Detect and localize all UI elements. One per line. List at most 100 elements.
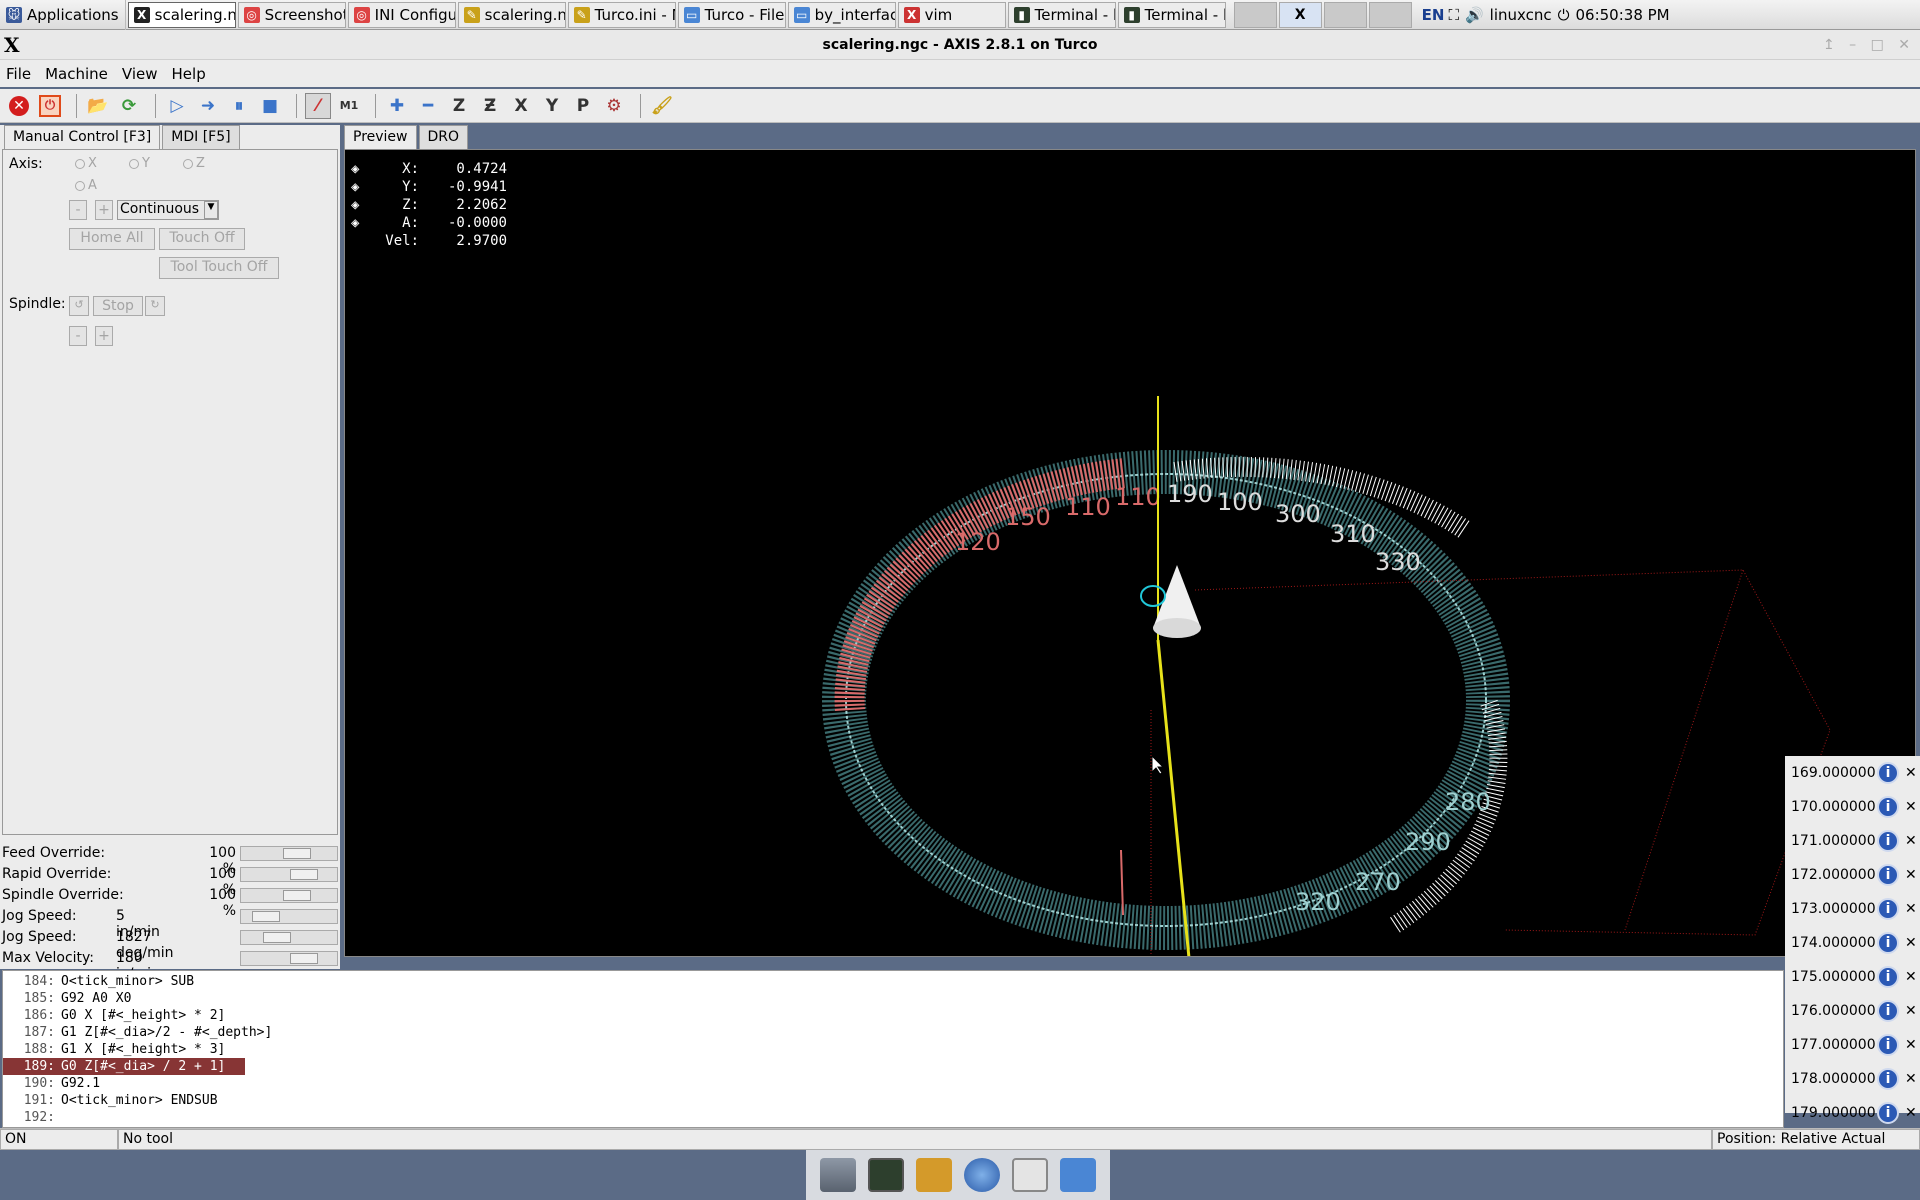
override-slider[interactable] (240, 867, 338, 882)
view-z-icon[interactable]: Z (446, 93, 472, 119)
slider-thumb[interactable] (290, 953, 318, 964)
taskbar-task[interactable]: Xvim (897, 1, 1006, 28)
close-icon[interactable]: ✕ (1905, 799, 1917, 815)
close-icon[interactable]: ✕ (1905, 765, 1917, 781)
workspace-4[interactable] (1368, 1, 1412, 28)
app-finder-icon[interactable] (1012, 1158, 1048, 1192)
close-icon[interactable]: ✕ (1905, 1105, 1917, 1121)
taskbar-task[interactable]: ◎Screenshot_2... (237, 1, 346, 28)
menu-machine[interactable]: Machine (45, 65, 108, 83)
notification[interactable]: 169.000000 i ✕ (1785, 756, 1920, 790)
tab-dro[interactable]: DRO (418, 125, 469, 149)
tool-touch-off-button[interactable]: Tool Touch Off (159, 257, 279, 279)
axis-z-radio[interactable]: Z (183, 156, 205, 171)
rotate-view-icon[interactable]: ⚙ (601, 93, 627, 119)
file-manager-icon[interactable] (916, 1158, 952, 1192)
menu-view[interactable]: View (122, 65, 158, 83)
spindle-faster-button[interactable]: + (95, 326, 113, 346)
jog-minus-button[interactable]: - (69, 200, 87, 220)
spindle-ccw-icon[interactable]: ↺ (69, 296, 89, 316)
code-line[interactable]: 186: G0 X [#<_height> * 2] (3, 1007, 1783, 1024)
close-icon[interactable]: ✕ (1905, 867, 1917, 883)
taskbar-task[interactable]: ✎Turco.ini - Mo... (567, 1, 676, 28)
block-delete-icon[interactable]: ⁄ (305, 92, 331, 119)
workspace-current[interactable]: X (1278, 1, 1322, 28)
web-browser-icon[interactable] (964, 1158, 1000, 1192)
notification[interactable]: 171.000000 i ✕ (1785, 824, 1920, 858)
view-z2-icon[interactable]: Ƶ (477, 93, 503, 119)
close-icon[interactable]: ✕ (1905, 1037, 1917, 1053)
terminal-icon[interactable] (868, 1158, 904, 1192)
slider-thumb[interactable] (290, 869, 318, 880)
folder-icon[interactable] (1060, 1158, 1096, 1192)
code-line[interactable]: 188: G1 X [#<_height> * 3] (3, 1041, 1783, 1058)
notification[interactable]: 175.000000 i ✕ (1785, 960, 1920, 994)
clear-plot-icon[interactable]: 🖌 (649, 93, 675, 119)
override-slider[interactable] (240, 846, 338, 861)
clock[interactable]: 06:50:38 PM (1576, 6, 1670, 24)
zoom-in-icon[interactable]: ✚ (384, 93, 410, 119)
override-slider[interactable] (240, 888, 338, 903)
notification[interactable]: 173.000000 i ✕ (1785, 892, 1920, 926)
axis-x-radio[interactable]: X (75, 156, 97, 171)
minimize-icon[interactable]: – (1849, 37, 1856, 53)
slider-thumb[interactable] (252, 911, 280, 922)
code-line[interactable]: 187: G1 Z[#<_dia>/2 - #<_depth>] (3, 1024, 1783, 1041)
notification[interactable]: 177.000000 i ✕ (1785, 1028, 1920, 1062)
optional-stop-icon[interactable]: M1 (336, 93, 362, 119)
close-icon[interactable]: ✕ (1905, 969, 1917, 985)
override-slider[interactable] (240, 930, 338, 945)
notification[interactable]: 170.000000 i ✕ (1785, 790, 1920, 824)
current-line[interactable]: 189: G0 Z[#<_dia> / 2 + 1] (3, 1058, 245, 1075)
run-icon[interactable]: ▷ (164, 93, 190, 119)
pause-icon[interactable]: ⏸ (226, 93, 252, 119)
taskbar-task[interactable]: ▭Turco - File M... (677, 1, 786, 28)
axis-a-radio[interactable]: A (75, 178, 97, 193)
spindle-cw-icon[interactable]: ↻ (145, 296, 165, 316)
code-line[interactable]: 190: G92.1 (3, 1075, 1783, 1092)
touch-off-button[interactable]: Touch Off (159, 228, 245, 250)
taskbar-task[interactable]: ▭by_interface.p... (787, 1, 896, 28)
view-y-icon[interactable]: Y (539, 93, 565, 119)
home-all-button[interactable]: Home All (69, 228, 155, 250)
applications-menu[interactable]: 🐭 Applications (0, 0, 126, 30)
slider-thumb[interactable] (263, 932, 291, 943)
notification[interactable]: 178.000000 i ✕ (1785, 1062, 1920, 1096)
notification[interactable]: 179.000000 i ✕ (1785, 1096, 1920, 1130)
notification[interactable]: 172.000000 i ✕ (1785, 858, 1920, 892)
volume-icon[interactable]: 🔊 (1465, 6, 1484, 24)
zoom-out-icon[interactable]: ━ (415, 93, 441, 119)
taskbar-task[interactable]: ✎scalering.ngc ... (457, 1, 566, 28)
slider-thumb[interactable] (283, 848, 311, 859)
user-name[interactable]: linuxcnc (1490, 6, 1552, 24)
close-icon[interactable]: ✕ (1898, 37, 1910, 53)
reload-icon[interactable]: ⟳ (116, 93, 142, 119)
menu-file[interactable]: File (6, 65, 31, 83)
axis-y-radio[interactable]: Y (129, 156, 150, 171)
view-p-icon[interactable]: P (570, 93, 596, 119)
notification[interactable]: 176.000000 i ✕ (1785, 994, 1920, 1028)
tab-mdi[interactable]: MDI [F5] (162, 125, 240, 149)
machine-power-icon[interactable]: ⏻ (37, 93, 63, 119)
maximize-icon[interactable]: □ (1871, 37, 1884, 53)
taskbar-task[interactable]: ▮Terminal - linu... (1007, 1, 1116, 28)
close-icon[interactable]: ✕ (1905, 901, 1917, 917)
menu-help[interactable]: Help (172, 65, 206, 83)
tab-preview[interactable]: Preview (344, 125, 417, 149)
network-icon[interactable]: ⛶ (1448, 6, 1459, 24)
close-icon[interactable]: ✕ (1905, 1003, 1917, 1019)
step-icon[interactable]: ➜ (195, 93, 221, 119)
code-line[interactable]: 192: (3, 1109, 1783, 1126)
slider-thumb[interactable] (283, 890, 311, 901)
taskbar-task[interactable]: ◎INI Configurati... (347, 1, 456, 28)
code-line[interactable]: 191: O<tick_minor> ENDSUB (3, 1092, 1783, 1109)
code-line[interactable]: 184: O<tick_minor> SUB (3, 973, 1783, 990)
estop-icon[interactable]: ✕ (6, 93, 32, 119)
open-file-icon[interactable]: 📂 (85, 93, 111, 119)
override-slider[interactable] (240, 951, 338, 966)
gcode-listing[interactable]: 184: O<tick_minor> SUB 185: G92 A0 X0 186: G0… (2, 970, 1784, 1128)
close-icon[interactable]: ✕ (1905, 935, 1917, 951)
view-x-icon[interactable]: X (508, 93, 534, 119)
gl-preview[interactable]: ◈ X: 0.4724 ◈ Y: -0.9941 ◈ Z: 2.2062 ◈ A: -0.0000 V… (344, 149, 1916, 957)
power-icon[interactable]: ⏻ (1558, 6, 1570, 24)
